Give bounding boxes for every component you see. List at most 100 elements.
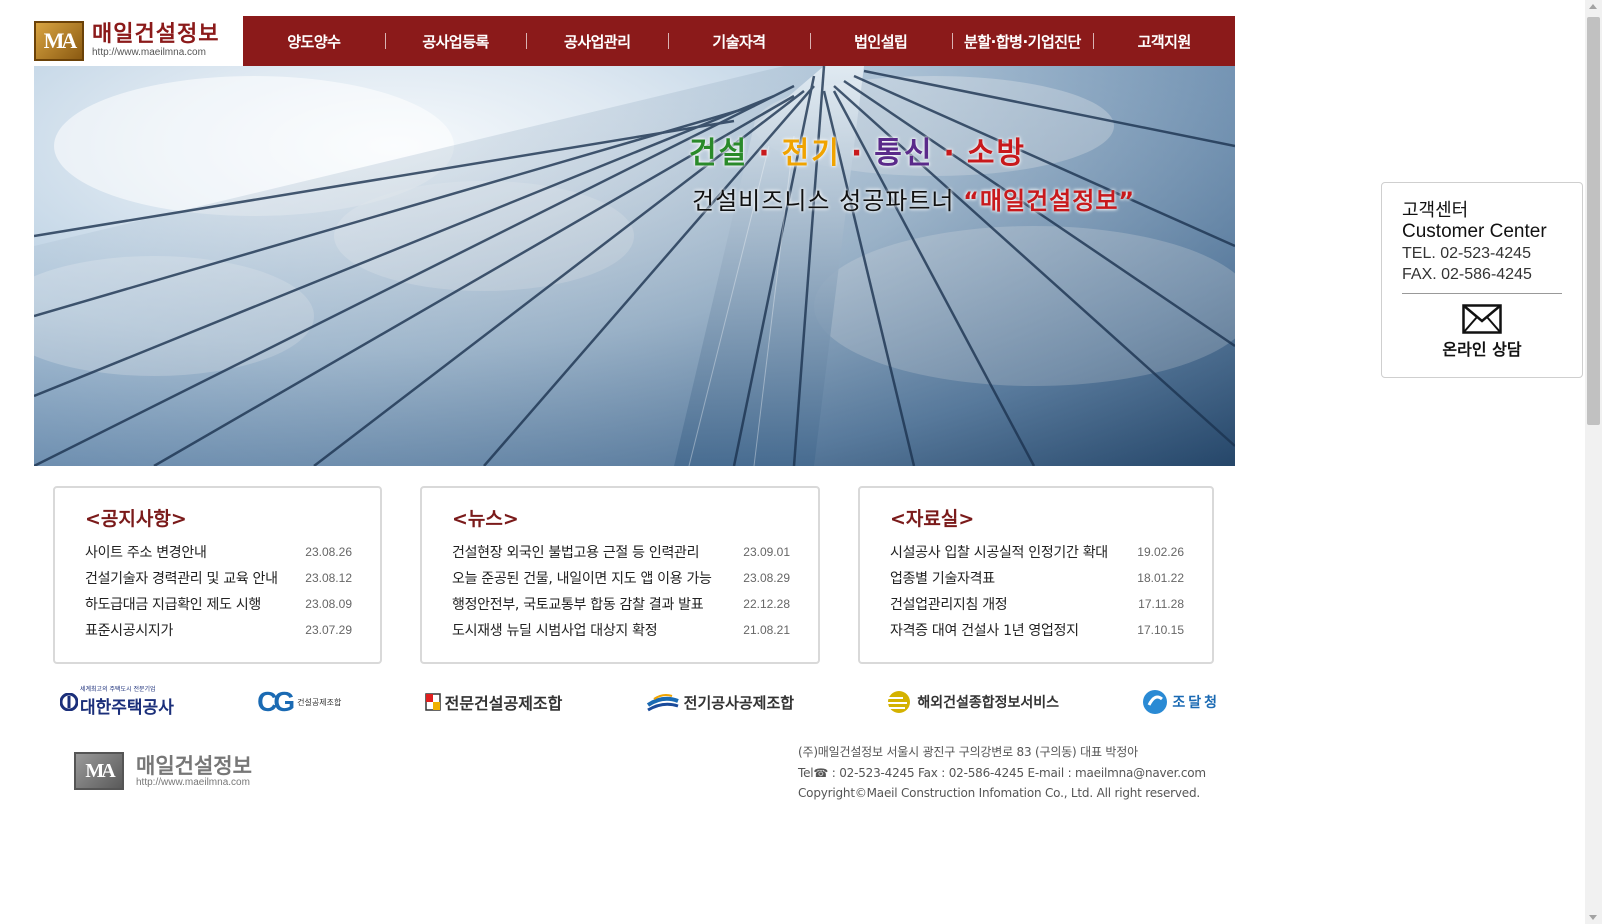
logo-title: 매일건설정보 [92, 22, 220, 47]
pps-logo-icon [1143, 690, 1168, 714]
list-item-title: 도시재생 뉴딜 시범사업 대상지 확정 [452, 623, 658, 639]
list-item[interactable]: 건설현장 외국인 불법고용 근절 등 인력관리 23.09.01 [452, 539, 790, 565]
list-item[interactable]: 건설기술자 경력관리 및 교육 안내 23.08.12 [85, 565, 352, 591]
hero-tagline: 건설비즈니스 성공파트너 “매일건설정보” [692, 181, 1135, 216]
nav-item-merger[interactable]: 분할·합병·기업진단 [951, 31, 1094, 52]
hero-separator: · [943, 136, 957, 171]
partner-pps-link[interactable]: 조달청 [1142, 689, 1220, 715]
news-board: <뉴스> 건설현장 외국인 불법고용 근절 등 인력관리 23.09.01 오늘 … [420, 486, 820, 664]
list-item-title: 하도급대금 지급확인 제도 시행 [85, 597, 261, 613]
list-item-date: 17.11.28 [1138, 597, 1184, 611]
archive-board: <자료실> 시설공사 입찰 시공실적 인정기간 확대 19.02.26 업종별 기… [858, 486, 1214, 664]
main-nav: 양도양수 공사업등록 공사업관리 기술자격 법인설립 분할·합병·기업진단 고객… [243, 16, 1235, 66]
customer-center-tel: TEL. 02-523-4245 [1402, 245, 1531, 262]
ocis-logo-icon [877, 691, 911, 713]
footer-logo-mark-icon: MA [74, 752, 124, 790]
scroll-up-arrow-icon[interactable] [1589, 4, 1597, 9]
hero-word-electric: 전기 [781, 136, 841, 171]
envelope-icon [1462, 304, 1502, 334]
building-illustration [34, 66, 1235, 466]
customer-center-fax: FAX. 02-586-4245 [1402, 266, 1532, 283]
hero-tagline-brand: “매일건설정보” [963, 187, 1136, 215]
customer-center-title: 고객센터 [1402, 200, 1469, 221]
list-item-date: 23.08.09 [305, 597, 352, 611]
hero-headline: 건설 · 전기 · 통신 · 소방 [689, 128, 1026, 172]
news-board-title[interactable]: <뉴스> [452, 504, 790, 531]
hero-word-telecom: 통신 [874, 136, 934, 171]
notice-board: <공지사항> 사이트 주소 변경안내 23.08.26 건설기술자 경력관리 및 … [53, 486, 382, 664]
divider [1402, 293, 1562, 294]
page-scrollbar[interactable] [1585, 0, 1602, 924]
list-item[interactable]: 시설공사 입찰 시공실적 인정기간 확대 19.02.26 [890, 539, 1184, 565]
list-item[interactable]: 하도급대금 지급확인 제도 시행 23.08.09 [85, 591, 352, 617]
footer-address: (주)매일건설정보 서울시 광진구 구의강변로 83 (구의동) 대표 박정아 [798, 745, 1138, 759]
partner-logos: 세계최고의 주택도시 전문기업 대한주택공사 CG 건설공제조합 전문건설공제조… [60, 684, 1220, 720]
scroll-thumb[interactable] [1587, 17, 1600, 425]
logo-url: http://www.maeilmna.com [92, 47, 206, 58]
partner-ocis-name: 해외건설종합정보서비스 [917, 695, 1060, 711]
nav-item-qualification[interactable]: 기술자격 [668, 31, 810, 52]
list-item-date: 23.09.01 [743, 545, 790, 559]
hero-tagline-text: 건설비즈니스 성공파트너 [692, 187, 964, 215]
footer-logo-url: http://www.maeilmna.com [136, 776, 250, 788]
hero-word-construction: 건설 [689, 136, 749, 171]
list-item-date: 23.08.12 [305, 571, 352, 585]
partner-lh-tagline: 세계최고의 주택도시 전문기업 [80, 686, 156, 693]
list-item[interactable]: 도시재생 뉴딜 시범사업 대상지 확정 21.08.21 [452, 617, 790, 643]
list-item-date: 23.07.29 [305, 623, 352, 637]
list-item[interactable]: 업종별 기술자격표 18.01.22 [890, 565, 1184, 591]
partner-lh-link[interactable]: 세계최고의 주택도시 전문기업 대한주택공사 [60, 686, 174, 718]
list-item[interactable]: 건설업관리지침 개정 17.11.28 [890, 591, 1184, 617]
nav-item-management[interactable]: 공사업관리 [526, 31, 668, 52]
list-item-title: 건설현장 외국인 불법고용 근절 등 인력관리 [452, 545, 700, 561]
nav-item-transfer[interactable]: 양도양수 [243, 31, 385, 52]
list-item-title: 건설업관리지침 개정 [890, 597, 1008, 613]
list-item-date: 19.02.26 [1137, 545, 1184, 559]
hero-separator: · [758, 136, 772, 171]
list-item[interactable]: 행정안전부, 국토교통부 합동 감찰 결과 발표 22.12.28 [452, 591, 790, 617]
partner-cg-link[interactable]: CG 건설공제조합 [257, 686, 341, 718]
footer-info: (주)매일건설정보 서울시 광진구 구의강변로 83 (구의동) 대표 박정아 … [798, 742, 1218, 804]
site-logo[interactable]: MA 매일건설정보 http://www.maeilmna.com [34, 16, 242, 66]
nav-item-support[interactable]: 고객지원 [1093, 31, 1235, 52]
list-item[interactable]: 표준시공시지가 23.07.29 [85, 617, 352, 643]
hero-banner: 건설 · 전기 · 통신 · 소방 건설비즈니스 성공파트너 “매일건설정보” [34, 66, 1235, 466]
lh-logo-icon [60, 693, 78, 711]
cg-logo-icon: CG [257, 686, 295, 717]
list-item-date: 22.12.28 [743, 597, 790, 611]
list-item[interactable]: 자격증 대여 건설사 1년 영업정지 17.10.15 [890, 617, 1184, 643]
customer-center-box: 고객센터 Customer Center TEL. 02-523-4245 FA… [1381, 182, 1583, 378]
list-item[interactable]: 오늘 준공된 건물, 내일이면 지도 앱 이용 가능 23.08.29 [452, 565, 790, 591]
list-item-title: 시설공사 입찰 시공실적 인정기간 확대 [890, 545, 1108, 561]
archive-board-title[interactable]: <자료실> [890, 504, 1184, 531]
kscfc-logo-icon [424, 693, 441, 711]
online-consult-label: 온라인 상담 [1442, 340, 1522, 359]
list-item-date: 23.08.26 [305, 545, 352, 559]
partner-cg-name: 건설공제조합 [297, 697, 342, 707]
footer-copyright: Copyright©Maeil Construction Infomation … [798, 786, 1201, 800]
footer-logo[interactable]: MA 매일건설정보 http://www.maeilmna.com [74, 752, 252, 790]
ecfc-logo-icon [646, 694, 679, 712]
logo-mark-icon: MA [34, 21, 84, 61]
partner-ecfc-name: 전기공사공제조합 [683, 693, 795, 712]
hero-word-fire: 소방 [966, 136, 1027, 171]
nav-item-registration[interactable]: 공사업등록 [384, 31, 527, 52]
list-item-title: 건설기술자 경력관리 및 교육 안내 [85, 571, 278, 587]
list-item-title: 업종별 기술자격표 [890, 571, 995, 587]
list-item[interactable]: 사이트 주소 변경안내 23.08.26 [85, 539, 352, 565]
list-item-date: 17.10.15 [1137, 623, 1184, 637]
partner-lh-name: 대한주택공사 [80, 698, 174, 718]
list-item-title: 행정안전부, 국토교통부 합동 감찰 결과 발표 [452, 597, 704, 613]
online-consult-button[interactable]: 온라인 상담 [1402, 304, 1562, 360]
list-item-date: 18.01.22 [1137, 571, 1184, 585]
partner-pps-name: 조달청 [1172, 695, 1220, 711]
list-item-title: 오늘 준공된 건물, 내일이면 지도 앱 이용 가능 [452, 571, 712, 587]
scroll-down-arrow-icon[interactable] [1589, 915, 1597, 920]
partner-ecfc-link[interactable]: 전기공사공제조합 [646, 691, 794, 713]
partner-ocis-link[interactable]: 해외건설종합정보서비스 [877, 689, 1059, 715]
partner-kscfc-link[interactable]: 전문건설공제조합 [424, 690, 562, 714]
nav-item-incorporation[interactable]: 법인설립 [809, 31, 952, 52]
list-item-date: 21.08.21 [743, 623, 790, 637]
notice-board-title[interactable]: <공지사항> [85, 504, 352, 531]
list-item-title: 표준시공시지가 [85, 623, 174, 639]
